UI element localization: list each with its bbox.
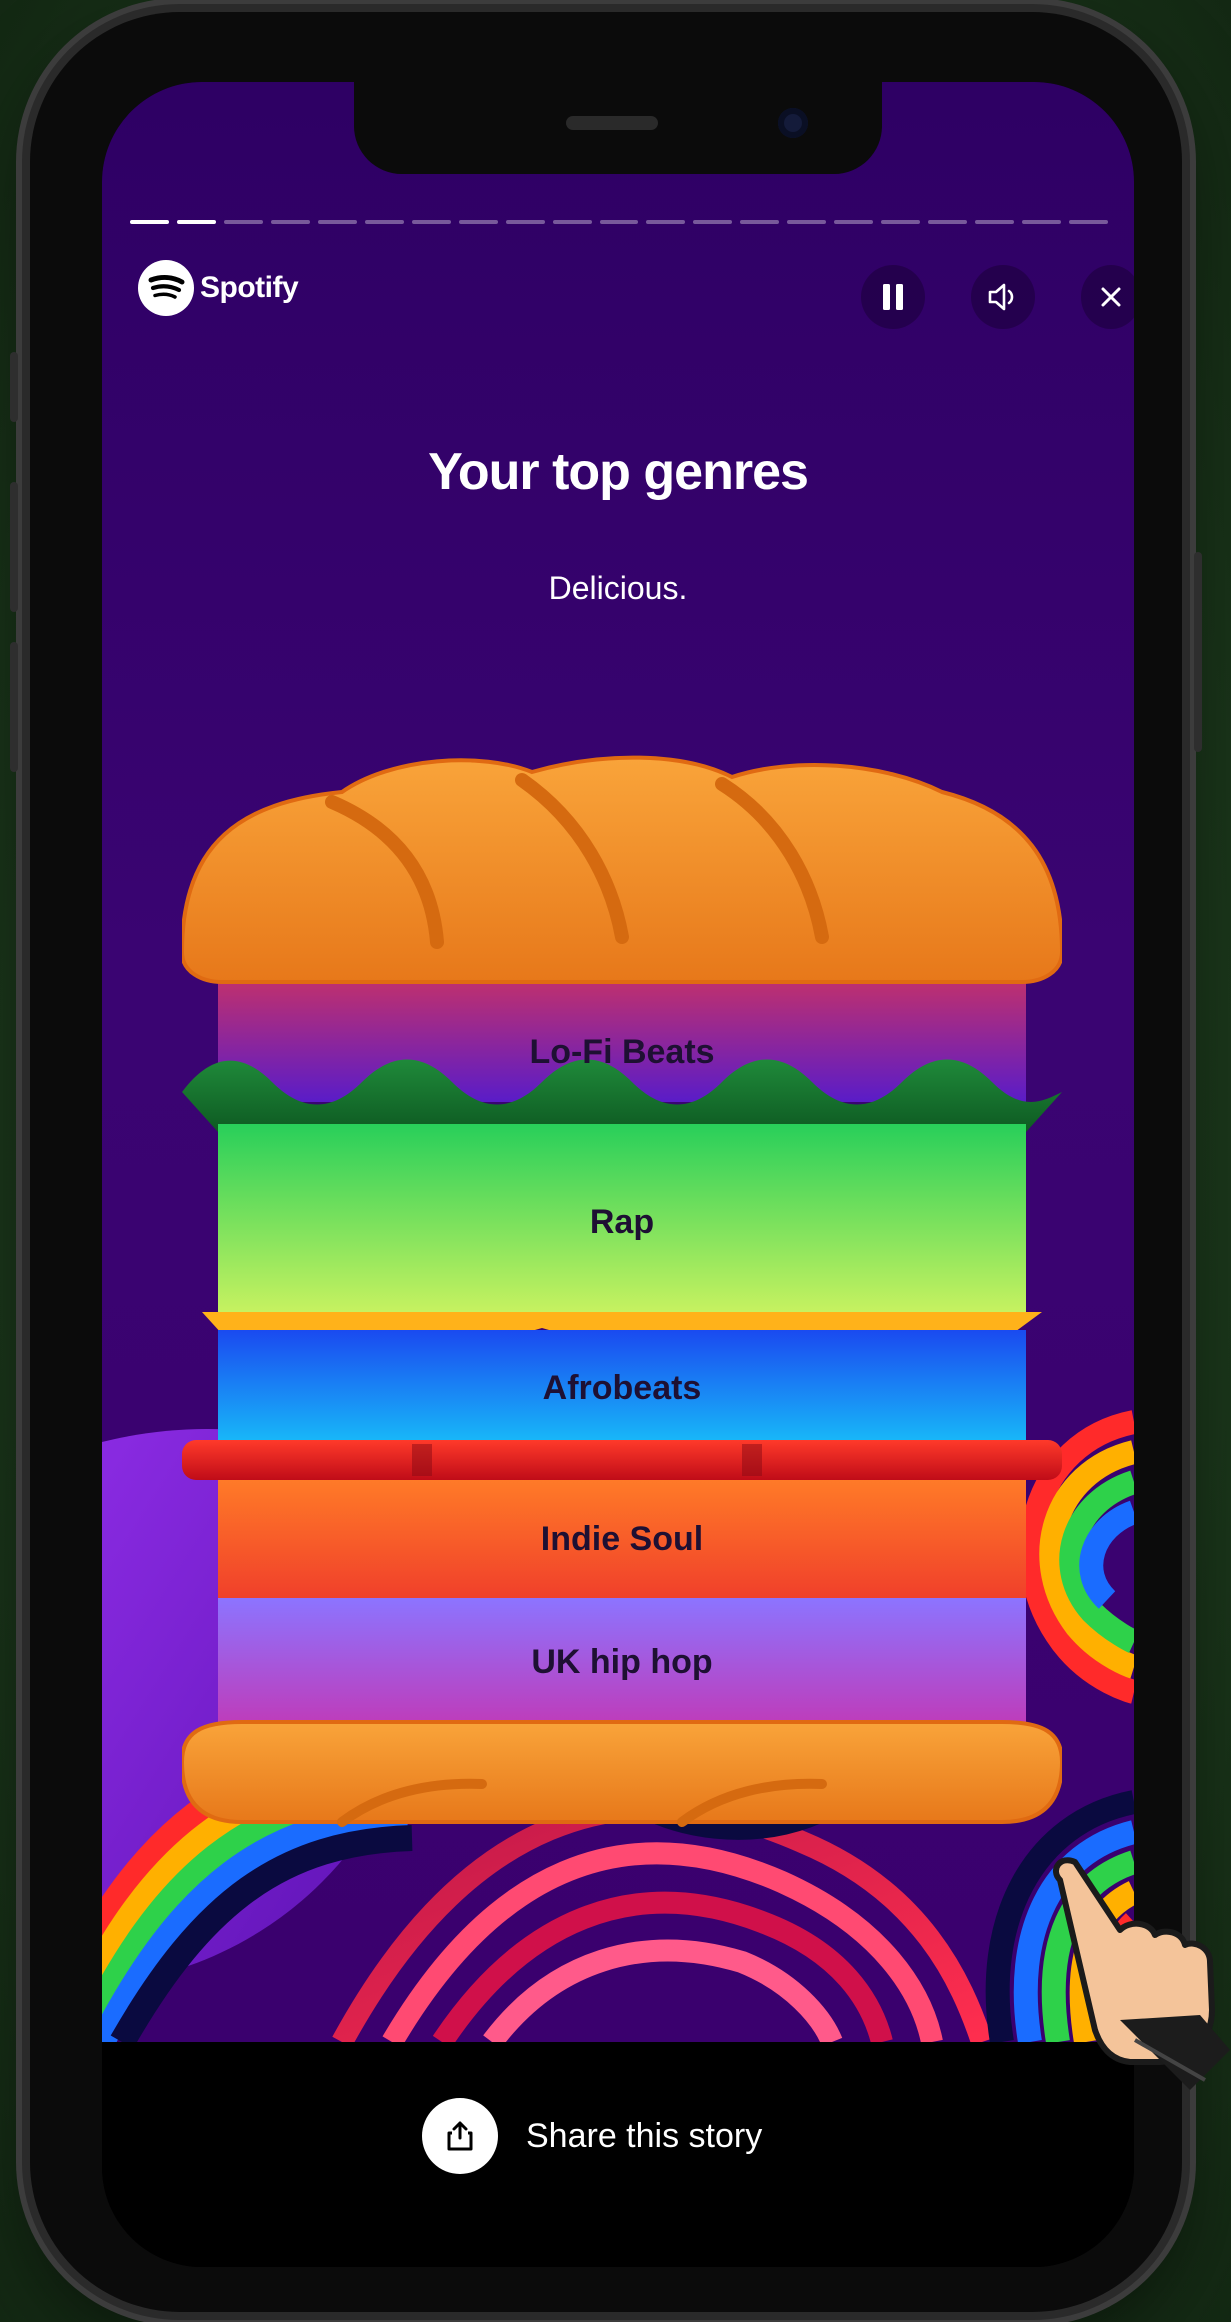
close-button[interactable] (1081, 265, 1134, 329)
volume-down-button (10, 642, 18, 772)
volume-icon (988, 283, 1014, 311)
progress-segment (599, 220, 639, 224)
mute-switch (10, 352, 18, 422)
spotify-logo: Spotify (138, 260, 299, 316)
progress-segment (693, 220, 733, 224)
progress-segment (881, 220, 921, 224)
genre-layer-rap: Rap (218, 1142, 1026, 1302)
phone-frame: Spotify Your top genres Delicious. Lo-Fi… (10, 12, 1202, 2312)
progress-segment (317, 220, 357, 224)
spotify-logo-icon (138, 260, 194, 316)
spotify-wordmark: Spotify (200, 271, 299, 304)
page-subtitle: Delicious. (548, 570, 688, 606)
progress-segment (1022, 220, 1062, 224)
earpiece-speaker (566, 116, 658, 130)
progress-segment (411, 220, 451, 224)
progress-segment (505, 220, 545, 224)
genre-layer-indie-soul: Indie Soul (218, 1484, 1026, 1594)
genre-label: Afrobeats (542, 1368, 702, 1407)
progress-segment (928, 220, 968, 224)
genre-layer-lofi-beats: Lo-Fi Beats (218, 1002, 1026, 1102)
progress-segment (364, 220, 404, 224)
progress-segment (646, 220, 686, 224)
volume-up-button (10, 482, 18, 612)
progress-segment (270, 220, 310, 224)
power-button (1194, 552, 1202, 752)
genre-label: Lo-Fi Beats (529, 1032, 715, 1071)
story-card[interactable]: Spotify Your top genres Delicious. Lo-Fi… (102, 82, 1134, 2042)
pointing-hand-icon (1053, 1857, 1230, 2090)
genre-sandwich: Lo-Fi Beats Rap Afrobeats Indie Soul UK … (182, 722, 1062, 1862)
front-camera (778, 108, 808, 138)
share-icon (422, 2098, 498, 2174)
genre-label: UK hip hop (531, 1642, 713, 1681)
phone-notch (354, 82, 882, 174)
genre-label: Rap (589, 1202, 655, 1241)
genre-layer-uk-hip-hop: UK hip hop (218, 1602, 1026, 1722)
progress-segment (740, 220, 780, 224)
pause-button[interactable] (861, 265, 925, 329)
share-bar: Share this story (102, 2042, 1134, 2267)
volume-button[interactable] (971, 265, 1035, 329)
progress-segment (975, 220, 1015, 224)
share-story-label: Share this story (526, 2116, 763, 2155)
phone-screen: Spotify Your top genres Delicious. Lo-Fi… (102, 82, 1134, 2267)
progress-segment (176, 220, 216, 224)
progress-segment (1069, 220, 1109, 224)
genre-layer-afrobeats: Afrobeats (218, 1346, 1026, 1430)
progress-segment (223, 220, 263, 224)
story-progress-bar (130, 220, 1109, 224)
close-icon (1101, 287, 1121, 307)
page-title: Your top genres (428, 443, 809, 501)
progress-segment (130, 220, 169, 224)
share-story-button[interactable]: Share this story (422, 2098, 762, 2174)
progress-segment (458, 220, 498, 224)
pause-icon (883, 284, 903, 310)
genre-label: Indie Soul (540, 1519, 704, 1558)
progress-segment (552, 220, 592, 224)
progress-segment (787, 220, 827, 224)
progress-segment (834, 220, 874, 224)
